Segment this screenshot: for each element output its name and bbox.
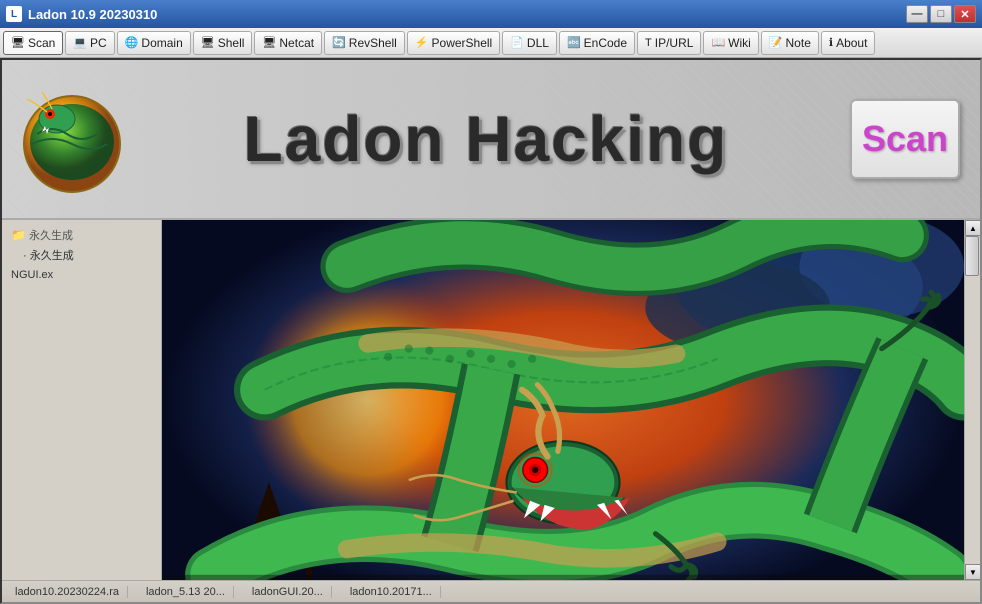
tab-powershell-label: PowerShell (432, 36, 493, 50)
tab-scan[interactable]: 🖥 Scan (3, 31, 63, 55)
status-item-3: ladonGUI.20... (244, 586, 332, 598)
folder-icon: 📁 (11, 228, 26, 242)
tab-netcat-label: Netcat (279, 36, 314, 50)
title-bar: L Ladon 10.9 20230310 — □ ✕ (0, 0, 982, 28)
title-text-area: Ladon Hacking (147, 102, 825, 176)
tab-netcat[interactable]: 🖥 Netcat (254, 31, 322, 55)
minimize-button[interactable]: — (906, 5, 928, 23)
scroll-down-arrow[interactable]: ▼ (965, 564, 980, 580)
toolbar: 🖥 Scan 💻 PC 🌐 Domain 🖥 Shell 🖥 Netcat 🔄 … (0, 28, 982, 58)
tab-domain-label: Domain (141, 36, 182, 50)
tab-note[interactable]: 📝 Note (761, 31, 819, 55)
scan-button-area: Scan (845, 89, 965, 189)
tab-domain[interactable]: 🌐 Domain (117, 31, 191, 55)
domain-tab-icon: 🌐 (125, 36, 139, 49)
sidebar-item-label: · 永久生成 (23, 250, 74, 262)
tab-pc-label: PC (90, 36, 107, 50)
shell-tab-icon: 🖥 (201, 36, 215, 49)
sidebar-item-ngui-label: NGUI.ex (11, 269, 53, 281)
tab-pc[interactable]: 💻 PC (65, 31, 114, 55)
dll-tab-icon: 📄 (510, 36, 524, 49)
app-logo (17, 84, 127, 194)
tab-ipurl-label: IP/URL (655, 36, 694, 50)
tab-about[interactable]: ℹ About (821, 31, 876, 55)
tab-revshell[interactable]: 🔄 RevShell (324, 31, 405, 55)
scroll-thumb[interactable] (965, 236, 979, 276)
status-label-4: ladon10.20171... (350, 586, 432, 598)
status-label-1: ladon10.20230224.ra (15, 586, 119, 598)
status-item-4: ladon10.20171... (342, 586, 441, 598)
wiki-tab-icon: 📖 (711, 36, 725, 49)
status-label-2: ladon_5.13 20... (146, 586, 225, 598)
main-window: Ladon Hacking Scan 📁 永久生成 · 永久生成 NGUI.ex (0, 58, 982, 604)
title-bar-left: L Ladon 10.9 20230310 (6, 6, 157, 22)
netcat-tab-icon: 🖥 (262, 36, 276, 49)
tab-dll-label: DLL (527, 36, 549, 50)
tab-scan-label: Scan (28, 36, 55, 50)
status-item-2: ladon_5.13 20... (138, 586, 234, 598)
pc-tab-icon: 💻 (73, 36, 87, 49)
about-tab-icon: ℹ (829, 36, 833, 49)
tab-shell-label: Shell (218, 36, 245, 50)
right-scrollbar: ▲ ▼ (964, 220, 980, 580)
scroll-track[interactable] (965, 236, 980, 564)
header-area: Ladon Hacking Scan (2, 60, 980, 220)
revshell-tab-icon: 🔄 (332, 36, 346, 49)
scan-big-button[interactable]: Scan (850, 99, 960, 179)
scan-tab-icon: 🖥 (11, 36, 25, 49)
tab-encode[interactable]: 🔤 EnCode (559, 31, 635, 55)
status-bar: ladon10.20230224.ra ladon_5.13 20... lad… (2, 580, 980, 602)
status-label-3: ladonGUI.20... (252, 586, 323, 598)
tab-revshell-label: RevShell (349, 36, 397, 50)
restore-button[interactable]: □ (930, 5, 952, 23)
note-tab-icon: 📝 (769, 36, 783, 49)
tab-dll[interactable]: 📄 DLL (502, 31, 557, 55)
content-area: 📁 永久生成 · 永久生成 NGUI.ex (2, 220, 980, 580)
window-title: Ladon 10.9 20230310 (28, 7, 157, 22)
sidebar-item-1[interactable]: · 永久生成 (7, 245, 156, 265)
app-icon: L (6, 6, 22, 22)
dragon-background (162, 220, 964, 580)
scan-button-label: Scan (862, 118, 948, 160)
tab-powershell[interactable]: ⚡ PowerShell (407, 31, 500, 55)
logo-area (17, 84, 127, 194)
tab-shell[interactable]: 🖥 Shell (193, 31, 253, 55)
tab-encode-label: EnCode (584, 36, 627, 50)
title-bar-controls: — □ ✕ (906, 5, 976, 23)
status-item-1: ladon10.20230224.ra (7, 586, 128, 598)
dragon-area (162, 220, 964, 580)
sidebar-item-ngui[interactable]: NGUI.ex (7, 265, 156, 283)
left-sidebar: 📁 永久生成 · 永久生成 NGUI.ex (2, 220, 162, 580)
sidebar-folder-label: 永久生成 (29, 227, 73, 243)
main-title: Ladon Hacking (244, 102, 729, 176)
sidebar-folder-1[interactable]: 📁 永久生成 (7, 225, 156, 245)
tab-wiki[interactable]: 📖 Wiki (703, 31, 758, 55)
ipurl-tab-icon: T (645, 37, 652, 49)
scroll-up-arrow[interactable]: ▲ (965, 220, 980, 236)
powershell-tab-icon: ⚡ (415, 36, 429, 49)
encode-tab-icon: 🔤 (567, 36, 581, 49)
tab-note-label: Note (786, 36, 811, 50)
close-button[interactable]: ✕ (954, 5, 976, 23)
tab-ipurl[interactable]: T IP/URL (637, 31, 701, 55)
tab-about-label: About (836, 36, 867, 50)
tab-wiki-label: Wiki (728, 36, 751, 50)
dragon-svg (162, 220, 964, 580)
